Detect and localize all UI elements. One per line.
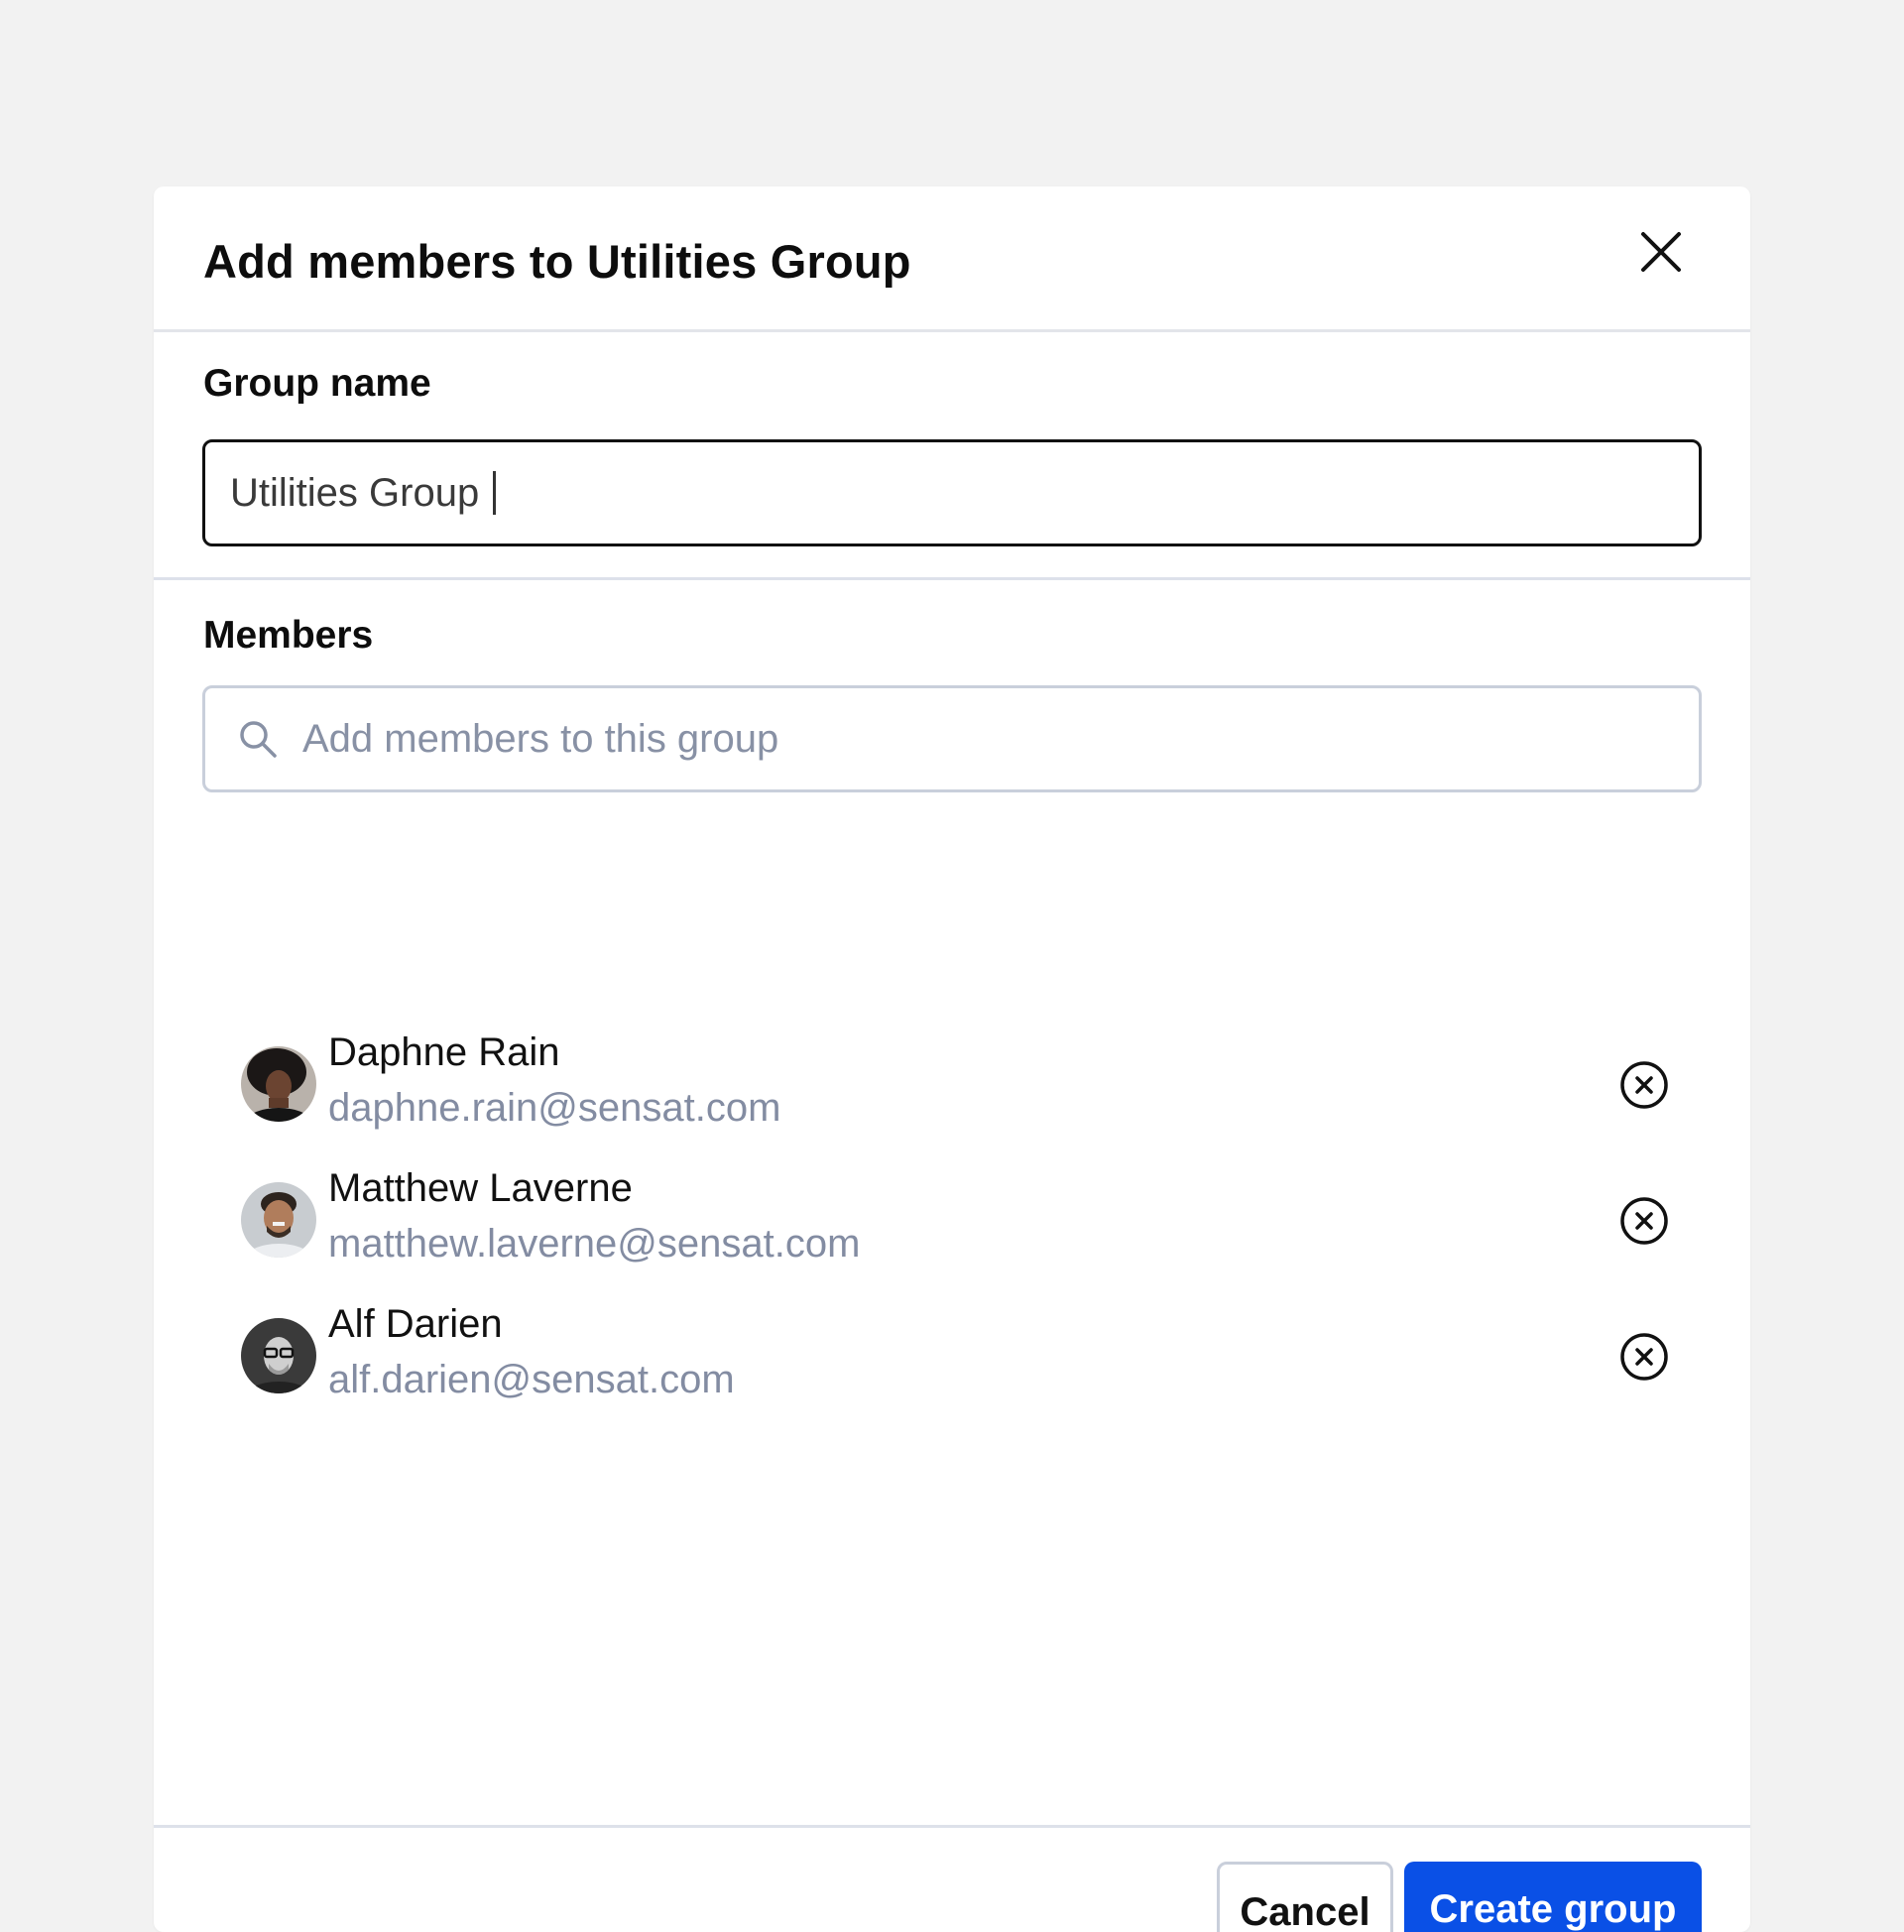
dialog-title: Add members to Utilities Group	[203, 235, 911, 288]
remove-member-button[interactable]	[1619, 1196, 1669, 1246]
member-row: Daphne Rain daphne.rain@sensat.com	[241, 1030, 1669, 1146]
circle-x-icon	[1620, 1333, 1668, 1381]
member-search-input[interactable]: Add members to this group	[202, 685, 1702, 792]
avatar	[241, 1182, 316, 1258]
text-caret	[493, 471, 497, 515]
group-name-input[interactable]: Utilities Group	[202, 439, 1702, 546]
search-icon	[240, 721, 277, 758]
close-button[interactable]	[1631, 222, 1691, 282]
add-members-dialog: Add members to Utilities Group Group nam…	[154, 186, 1750, 1932]
remove-member-button[interactable]	[1619, 1060, 1669, 1110]
member-name: Alf Darien	[328, 1302, 503, 1346]
avatar	[241, 1318, 316, 1393]
members-label: Members	[203, 614, 374, 657]
circle-x-icon	[1620, 1061, 1668, 1109]
group-name-value: Utilities Group	[230, 470, 480, 515]
member-email: matthew.laverne@sensat.com	[328, 1222, 861, 1266]
member-row: Alf Darien alf.darien@sensat.com	[241, 1302, 1669, 1417]
member-email: alf.darien@sensat.com	[328, 1358, 735, 1401]
dialog-footer: Cancel Create group	[154, 1825, 1750, 1932]
member-email: daphne.rain@sensat.com	[328, 1086, 781, 1130]
group-name-section: Group name Utilities Group	[154, 332, 1750, 580]
dialog-header: Add members to Utilities Group	[154, 186, 1750, 332]
avatar	[241, 1046, 316, 1122]
member-row: Matthew Laverne matthew.laverne@sensat.c…	[241, 1166, 1669, 1281]
close-icon	[1641, 232, 1681, 272]
search-placeholder: Add members to this group	[302, 716, 779, 761]
group-name-label: Group name	[203, 362, 431, 405]
member-name: Daphne Rain	[328, 1030, 560, 1074]
remove-member-button[interactable]	[1619, 1332, 1669, 1382]
cancel-button[interactable]: Cancel	[1217, 1862, 1393, 1932]
member-name: Matthew Laverne	[328, 1166, 633, 1210]
create-group-button[interactable]: Create group	[1404, 1862, 1702, 1932]
circle-x-icon	[1620, 1197, 1668, 1245]
members-section: Members Add members to this group Daphne…	[154, 580, 1750, 1825]
